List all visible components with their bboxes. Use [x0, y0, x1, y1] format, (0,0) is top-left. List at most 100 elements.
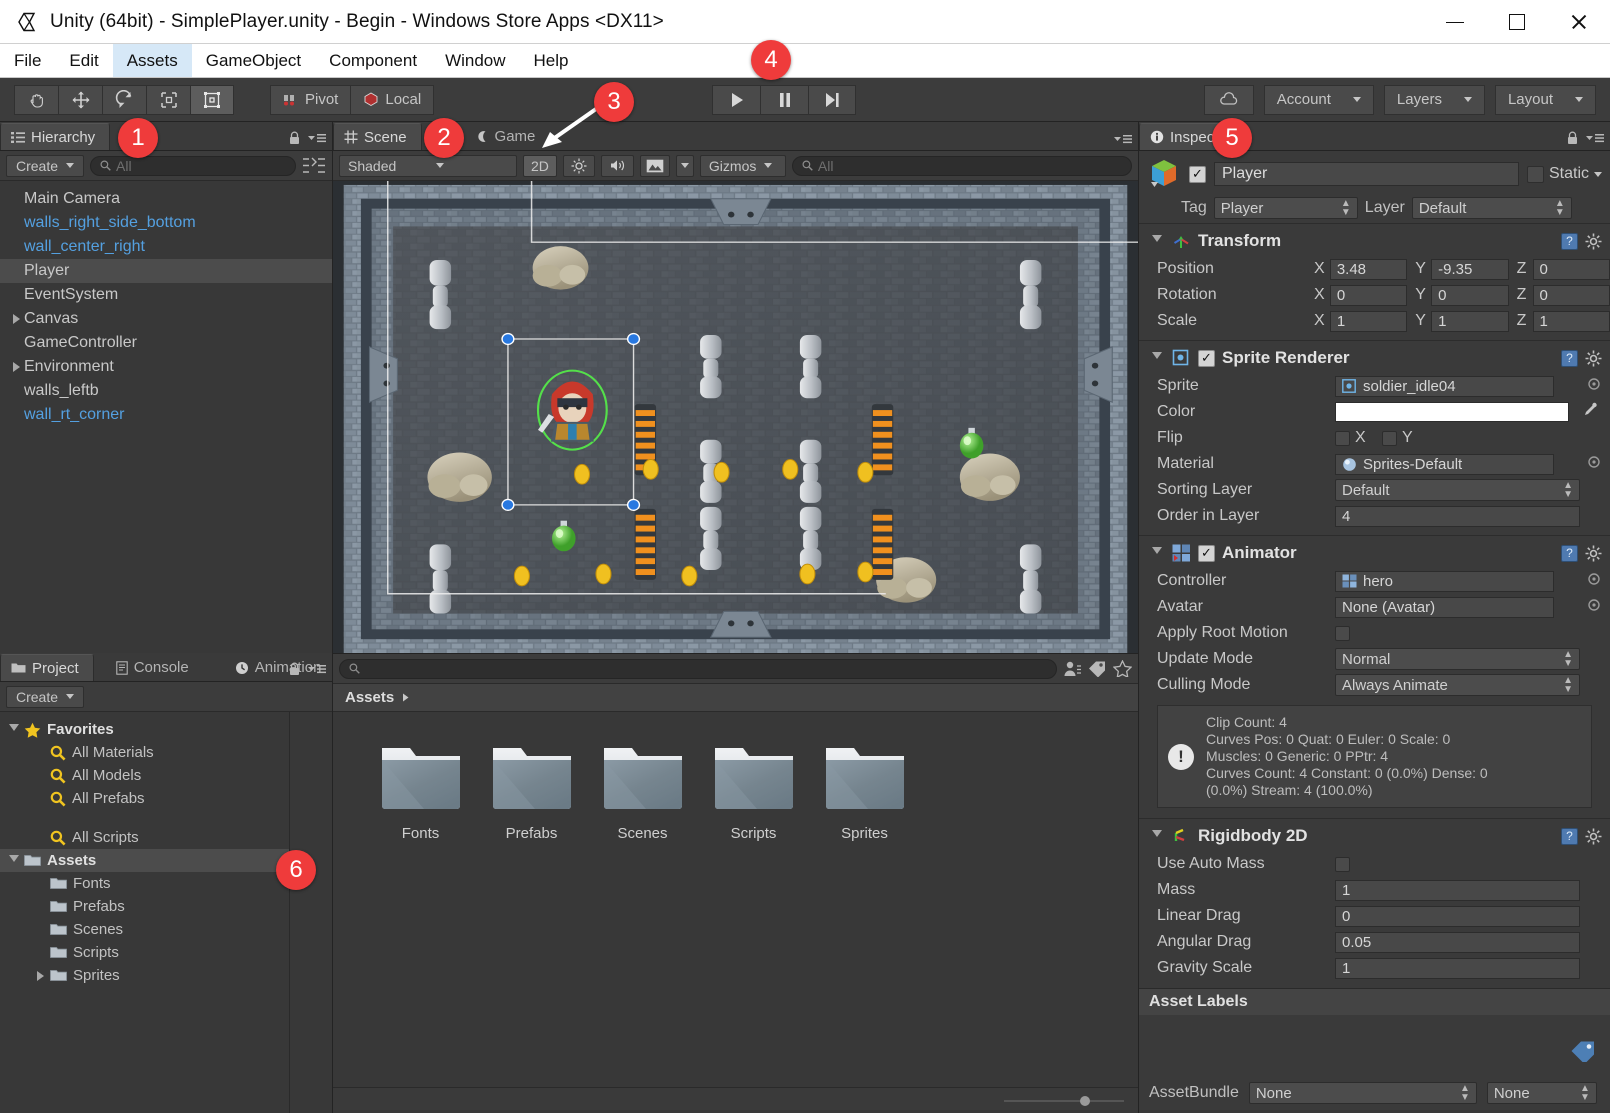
- component-header[interactable]: ✓ Animator?: [1139, 540, 1610, 568]
- expand-triangle-icon[interactable]: [8, 314, 24, 324]
- project-tree-item[interactable]: All Scripts: [0, 826, 289, 849]
- component-header[interactable]: Rigidbody 2D?: [1139, 823, 1610, 851]
- project-tree-item[interactable]: Scripts: [0, 941, 289, 964]
- asset-zoom-knob[interactable]: [1080, 1095, 1090, 1106]
- object-picker-icon[interactable]: [1588, 572, 1600, 590]
- scene-audio-toggle[interactable]: [600, 154, 634, 177]
- gameobject-name-field[interactable]: Player: [1214, 162, 1519, 186]
- rotate-tool-button[interactable]: [102, 84, 146, 115]
- expand-triangle-icon[interactable]: [32, 970, 48, 981]
- maximize-button[interactable]: [1486, 0, 1548, 44]
- menu-edit[interactable]: Edit: [55, 44, 112, 77]
- text-field[interactable]: 1: [1335, 879, 1580, 901]
- scale-tool-button[interactable]: [146, 84, 190, 115]
- layer-dropdown[interactable]: Default ▲ ▼: [1411, 197, 1572, 219]
- eyedropper-icon[interactable]: [1583, 402, 1598, 422]
- hierarchy-create-button[interactable]: Create: [6, 154, 85, 177]
- object-field[interactable]: None (Avatar): [1335, 596, 1554, 618]
- color-swatch[interactable]: [1335, 402, 1569, 422]
- asset-zoom-slider[interactable]: [1004, 1095, 1124, 1106]
- tag-icon[interactable]: [1570, 1040, 1596, 1067]
- hierarchy-search-input[interactable]: All: [90, 155, 296, 176]
- label-filter-icon[interactable]: [1088, 660, 1107, 677]
- menu-file[interactable]: File: [0, 44, 55, 77]
- project-tree-item[interactable]: All Materials: [0, 741, 289, 764]
- collapse-triangle-icon[interactable]: [1149, 235, 1165, 247]
- gear-icon[interactable]: [1585, 545, 1602, 562]
- flip-y-checkbox[interactable]: [1382, 430, 1397, 446]
- hierarchy-item[interactable]: Player: [0, 259, 332, 283]
- gear-icon[interactable]: [1585, 350, 1602, 367]
- static-toggle[interactable]: Static: [1526, 165, 1602, 183]
- text-field[interactable]: 0.05: [1335, 931, 1580, 953]
- expand-triangle-icon[interactable]: [8, 362, 24, 372]
- hierarchy-item[interactable]: EventSystem: [0, 283, 332, 307]
- field-y[interactable]: 0: [1431, 284, 1509, 306]
- expand-triangle-icon[interactable]: [6, 854, 22, 867]
- play-button[interactable]: [712, 84, 760, 115]
- menu-assets[interactable]: Assets: [112, 44, 192, 77]
- pivot-toggle[interactable]: Pivot: [270, 84, 352, 115]
- field-z[interactable]: 1: [1532, 310, 1610, 332]
- step-button[interactable]: [808, 84, 856, 115]
- layout-button[interactable]: Layout: [1494, 84, 1596, 115]
- scene-lighting-toggle[interactable]: [562, 154, 595, 177]
- hierarchy-item[interactable]: wall_rt_corner: [0, 403, 332, 427]
- field-z[interactable]: 0: [1532, 258, 1610, 280]
- pause-button[interactable]: [760, 84, 808, 115]
- tab-project[interactable]: Project: [0, 654, 94, 681]
- hierarchy-item[interactable]: wall_center_right: [0, 235, 332, 259]
- hierarchy-item[interactable]: GameController: [0, 331, 332, 355]
- hand-tool-button[interactable]: [14, 84, 58, 115]
- tab-console[interactable]: Console: [105, 654, 203, 681]
- collapse-triangle-icon[interactable]: [1149, 352, 1165, 364]
- static-checkbox[interactable]: [1526, 165, 1544, 183]
- field-x[interactable]: 1: [1329, 310, 1408, 332]
- cloud-services-button[interactable]: [1203, 84, 1254, 115]
- panel-menu-icon[interactable]: [308, 663, 326, 675]
- gear-icon[interactable]: [1585, 233, 1602, 250]
- menu-component[interactable]: Component: [315, 44, 431, 77]
- field-x[interactable]: 0: [1329, 284, 1408, 306]
- tab-scene[interactable]: Scene: [333, 123, 422, 150]
- favorite-filter-icon[interactable]: [1113, 660, 1132, 677]
- hierarchy-item[interactable]: Canvas: [0, 307, 332, 331]
- object-field[interactable]: hero: [1335, 570, 1554, 592]
- panel-menu-icon[interactable]: [1586, 132, 1604, 144]
- scene-search-input[interactable]: All: [791, 155, 1132, 176]
- hierarchy-item[interactable]: Main Camera: [0, 187, 332, 211]
- help-icon[interactable]: ?: [1561, 232, 1578, 250]
- text-field[interactable]: 4: [1335, 505, 1580, 527]
- tag-dropdown[interactable]: Player ▲ ▼: [1213, 197, 1358, 219]
- project-tree-item[interactable]: Scenes: [0, 918, 289, 941]
- project-tree-item[interactable]: All Prefabs: [0, 787, 289, 810]
- scene-effects-toggle[interactable]: [639, 154, 670, 177]
- gameobject-enabled-checkbox[interactable]: ✓: [1189, 165, 1206, 183]
- lock-icon[interactable]: [288, 131, 301, 145]
- lock-icon[interactable]: [1566, 131, 1579, 145]
- field-y[interactable]: 1: [1431, 310, 1509, 332]
- scene-effects-dropdown[interactable]: [675, 154, 694, 177]
- component-header[interactable]: Transform?: [1139, 228, 1610, 256]
- component-enabled-checkbox[interactable]: ✓: [1198, 544, 1215, 562]
- object-picker-icon[interactable]: [1588, 377, 1600, 395]
- person-filter-icon[interactable]: [1063, 660, 1082, 677]
- component-enabled-checkbox[interactable]: ✓: [1198, 349, 1215, 367]
- asset-folder-item[interactable]: Scenes: [587, 738, 698, 842]
- object-field[interactable]: soldier_idle04: [1335, 375, 1554, 397]
- component-header[interactable]: ✓ Sprite Renderer?: [1139, 345, 1610, 373]
- dropdown-field[interactable]: Normal ▲ ▼: [1335, 648, 1580, 670]
- asset-folder-item[interactable]: Fonts: [365, 738, 476, 842]
- field-y[interactable]: -9.35: [1431, 258, 1509, 280]
- chevron-down-icon[interactable]: [1594, 171, 1602, 177]
- collapse-triangle-icon[interactable]: [1149, 547, 1165, 559]
- field-z[interactable]: 0: [1532, 284, 1610, 306]
- project-tree-item[interactable]: Assets: [0, 849, 289, 872]
- account-button[interactable]: Account: [1263, 84, 1374, 115]
- breadcrumb-assets[interactable]: Assets: [345, 689, 394, 706]
- menu-help[interactable]: Help: [520, 44, 583, 77]
- project-tree-item[interactable]: Sprites: [0, 964, 289, 987]
- dropdown-field[interactable]: Default ▲ ▼: [1335, 479, 1580, 501]
- tab-game[interactable]: Game: [465, 123, 550, 150]
- hierarchy-item[interactable]: walls_right_side_bottom: [0, 211, 332, 235]
